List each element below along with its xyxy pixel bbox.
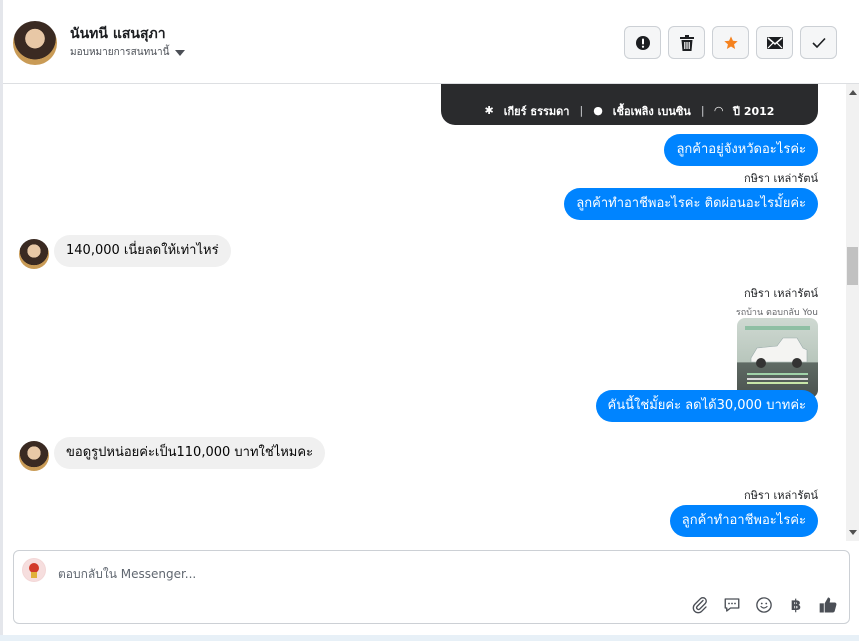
message-thread[interactable]: ✱ เกียร์ ธรรมดา | ● เชื้อเพลิง เบนซิน | …	[3, 84, 846, 541]
header-actions	[624, 26, 837, 59]
divider: |	[700, 104, 705, 117]
saved-replies-button[interactable]	[721, 594, 743, 616]
thread-scrollbar[interactable]	[846, 84, 859, 541]
trash-icon	[679, 34, 694, 51]
page-avatar	[22, 558, 46, 582]
message-bubble-outgoing[interactable]: ลูกค้าทำอาชีพอะไรค่ะ	[669, 505, 818, 537]
car-photo-thumbnail[interactable]	[737, 318, 818, 398]
alert-icon	[635, 35, 650, 50]
gauge-icon: ◠	[714, 104, 724, 117]
divider: |	[579, 104, 584, 117]
page-logo-icon	[23, 559, 45, 581]
message-sender: กษิรา เหล่ารัตน์	[744, 287, 818, 300]
attach-file-button[interactable]	[689, 594, 711, 616]
vehicle-spec-card[interactable]: ✱ เกียร์ ธรรมดา | ● เชื้อเพลิง เบนซิน | …	[441, 84, 818, 125]
star-button[interactable]	[712, 26, 749, 59]
mark-unread-button[interactable]	[756, 26, 793, 59]
message-bubble-outgoing[interactable]: ลูกค้าทำอาชีพอะไรค่ะ ติดผ่อนอะไรมั้ยค่ะ	[564, 188, 818, 220]
window-bottom-border	[0, 635, 859, 641]
message-bubble-incoming[interactable]: 140,000 เนี่ยลดให้เท่าไหร่	[54, 235, 231, 267]
message-composer: ฿	[13, 550, 850, 624]
scroll-up-arrow-icon[interactable]	[849, 90, 857, 95]
transmission-spec: เกียร์ ธรรมดา	[503, 104, 570, 118]
message-sender: กษิรา เหล่ารัตน์	[744, 172, 818, 185]
conversation-header: นันทนี แสนสุภา มอบหมายการสนทนานี้	[3, 4, 859, 84]
saved-reply-icon	[724, 598, 740, 612]
fuel-icon: ●	[593, 104, 603, 117]
scroll-thumb[interactable]	[847, 247, 858, 285]
thumbs-up-icon	[819, 597, 837, 613]
scroll-down-arrow-icon[interactable]	[849, 530, 857, 535]
contact-avatar-small	[19, 239, 49, 269]
message-sender: กษิรา เหล่ารัตน์	[744, 489, 818, 502]
delete-button[interactable]	[668, 26, 705, 59]
message-bubble-incoming[interactable]: ขอดูรูปหน่อยค่ะเป็น110,000 บาทใช่ไหมคะ	[54, 437, 326, 469]
assign-conversation-dropdown[interactable]: มอบหมายการสนทนานี้	[70, 45, 186, 60]
message-bubble-outgoing[interactable]: ลูกค้าอยู่จังหวัดอะไรค่ะ	[664, 134, 818, 166]
gear-icon: ✱	[484, 104, 494, 117]
contact-avatar-small	[19, 441, 49, 471]
reply-context-label: รถบ้าน ตอบกลับ You	[735, 308, 818, 318]
pickup-truck-image	[745, 326, 810, 384]
payment-button[interactable]: ฿	[785, 594, 807, 616]
year-spec: ปี 2012	[733, 104, 775, 118]
message-bubble-outgoing[interactable]: คันนี้ใช่มั้ยค่ะ ลดได้30,000 บาทค่ะ	[595, 390, 818, 422]
paperclip-icon	[692, 597, 707, 614]
like-button[interactable]	[817, 594, 839, 616]
contact-name[interactable]: นันทนี แสนสุภา	[70, 23, 166, 45]
caret-down-icon	[175, 49, 186, 56]
mark-done-button[interactable]	[800, 26, 837, 59]
spam-button[interactable]	[624, 26, 661, 59]
reply-input[interactable]	[58, 564, 658, 584]
check-icon	[811, 37, 826, 48]
fuel-spec: เชื้อเพลิง เบนซิน	[612, 104, 691, 118]
envelope-icon	[766, 36, 783, 49]
composer-tools: ฿	[689, 594, 839, 616]
contact-avatar[interactable]	[13, 21, 57, 65]
emoji-button[interactable]	[753, 594, 775, 616]
assign-label: มอบหมายการสนทนานี้	[70, 47, 170, 58]
star-icon	[723, 35, 738, 49]
emoji-icon	[756, 597, 772, 613]
baht-icon: ฿	[790, 596, 802, 614]
